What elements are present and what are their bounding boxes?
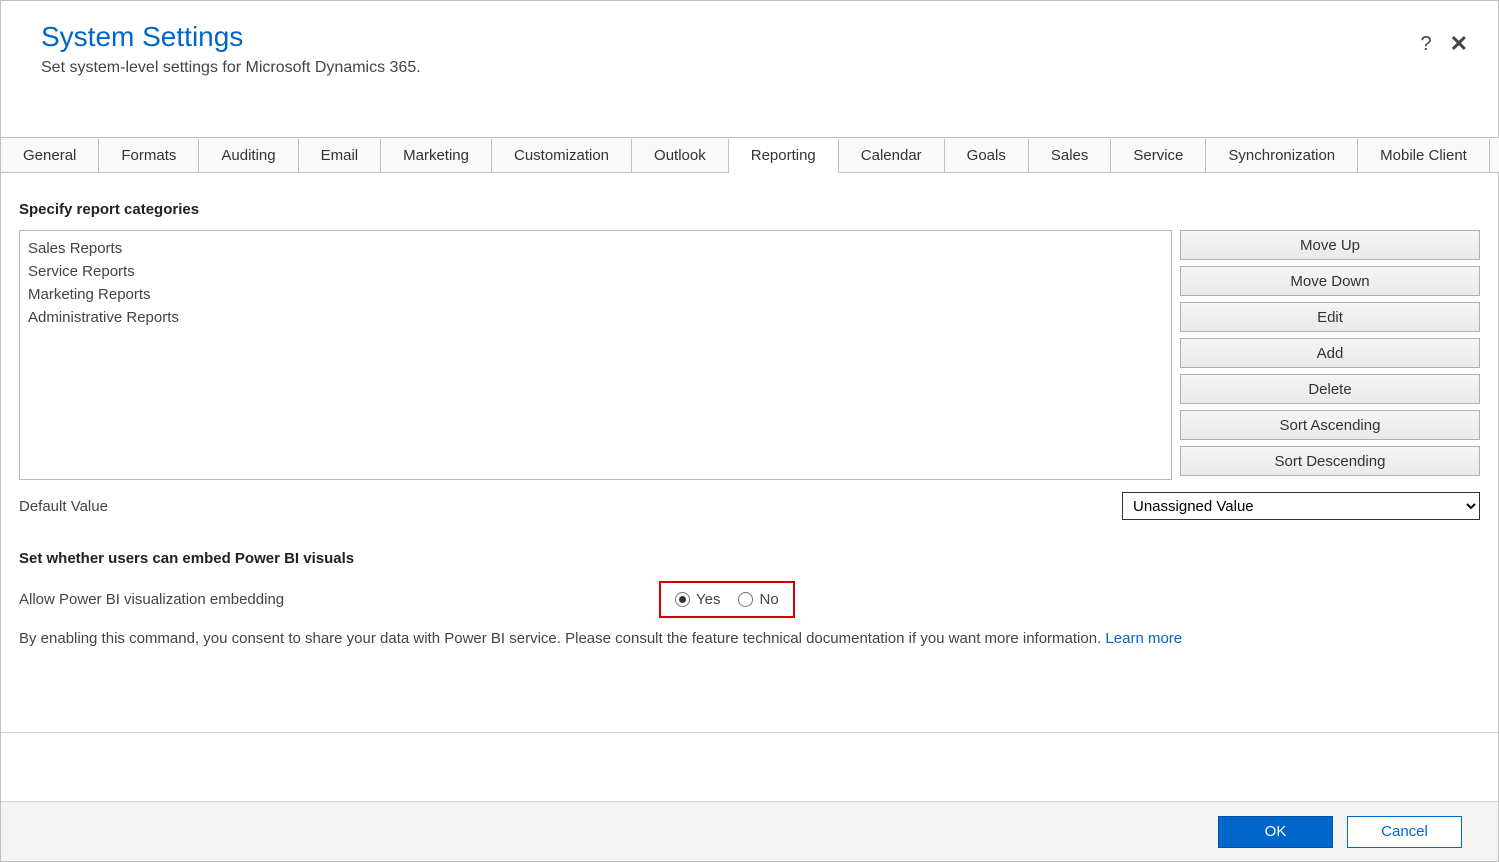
report-categories-listbox[interactable]: Sales ReportsService ReportsMarketing Re… bbox=[19, 230, 1172, 480]
default-value-label: Default Value bbox=[19, 498, 1122, 515]
tab-customization[interactable]: Customization bbox=[492, 138, 632, 172]
list-item[interactable]: Marketing Reports bbox=[20, 283, 1171, 306]
radio-no-circle bbox=[738, 592, 753, 607]
sort-descending-button[interactable]: Sort Descending bbox=[1180, 446, 1480, 476]
list-item[interactable]: Sales Reports bbox=[20, 237, 1171, 260]
tab-previews[interactable]: Previews bbox=[1490, 138, 1499, 172]
powerbi-embedding-label: Allow Power BI visualization embedding bbox=[19, 591, 659, 608]
tab-marketing[interactable]: Marketing bbox=[381, 138, 492, 172]
section-powerbi-heading: Set whether users can embed Power BI vis… bbox=[19, 550, 1480, 567]
tab-synchronization[interactable]: Synchronization bbox=[1206, 138, 1358, 172]
section-report-categories-heading: Specify report categories bbox=[19, 201, 1480, 218]
tab-goals[interactable]: Goals bbox=[945, 138, 1029, 172]
edit-button[interactable]: Edit bbox=[1180, 302, 1480, 332]
move-up-button[interactable]: Move Up bbox=[1180, 230, 1480, 260]
cancel-button[interactable]: Cancel bbox=[1347, 816, 1462, 848]
tab-reporting[interactable]: Reporting bbox=[729, 138, 839, 174]
radio-yes-label: Yes bbox=[696, 591, 720, 608]
dialog-title: System Settings bbox=[41, 21, 1458, 53]
learn-more-link[interactable]: Learn more bbox=[1105, 630, 1182, 647]
radio-no-label: No bbox=[759, 591, 778, 608]
tab-mobile-client[interactable]: Mobile Client bbox=[1358, 138, 1490, 172]
tab-auditing[interactable]: Auditing bbox=[199, 138, 298, 172]
tab-sales[interactable]: Sales bbox=[1029, 138, 1112, 172]
list-item[interactable]: Service Reports bbox=[20, 260, 1171, 283]
add-button[interactable]: Add bbox=[1180, 338, 1480, 368]
help-icon[interactable]: ? bbox=[1420, 33, 1431, 56]
radio-no[interactable]: No bbox=[738, 591, 778, 608]
tab-bar: GeneralFormatsAuditingEmailMarketingCust… bbox=[1, 137, 1498, 173]
list-item[interactable]: Administrative Reports bbox=[20, 306, 1171, 329]
radio-yes-circle bbox=[675, 592, 690, 607]
radio-yes[interactable]: Yes bbox=[675, 591, 720, 608]
tab-calendar[interactable]: Calendar bbox=[839, 138, 945, 172]
tab-outlook[interactable]: Outlook bbox=[632, 138, 729, 172]
powerbi-radio-group: Yes No bbox=[659, 581, 795, 618]
default-value-select[interactable]: Unassigned Value bbox=[1122, 492, 1480, 520]
powerbi-consent-text: By enabling this command, you consent to… bbox=[19, 630, 1480, 647]
delete-button[interactable]: Delete bbox=[1180, 374, 1480, 404]
tab-general[interactable]: General bbox=[1, 138, 99, 172]
move-down-button[interactable]: Move Down bbox=[1180, 266, 1480, 296]
tab-service[interactable]: Service bbox=[1111, 138, 1206, 172]
tab-email[interactable]: Email bbox=[299, 138, 382, 172]
dialog-subtitle: Set system-level settings for Microsoft … bbox=[41, 59, 1458, 77]
ok-button[interactable]: OK bbox=[1218, 816, 1333, 848]
tab-formats[interactable]: Formats bbox=[99, 138, 199, 172]
close-icon[interactable]: ✕ bbox=[1450, 31, 1468, 57]
sort-ascending-button[interactable]: Sort Ascending bbox=[1180, 410, 1480, 440]
